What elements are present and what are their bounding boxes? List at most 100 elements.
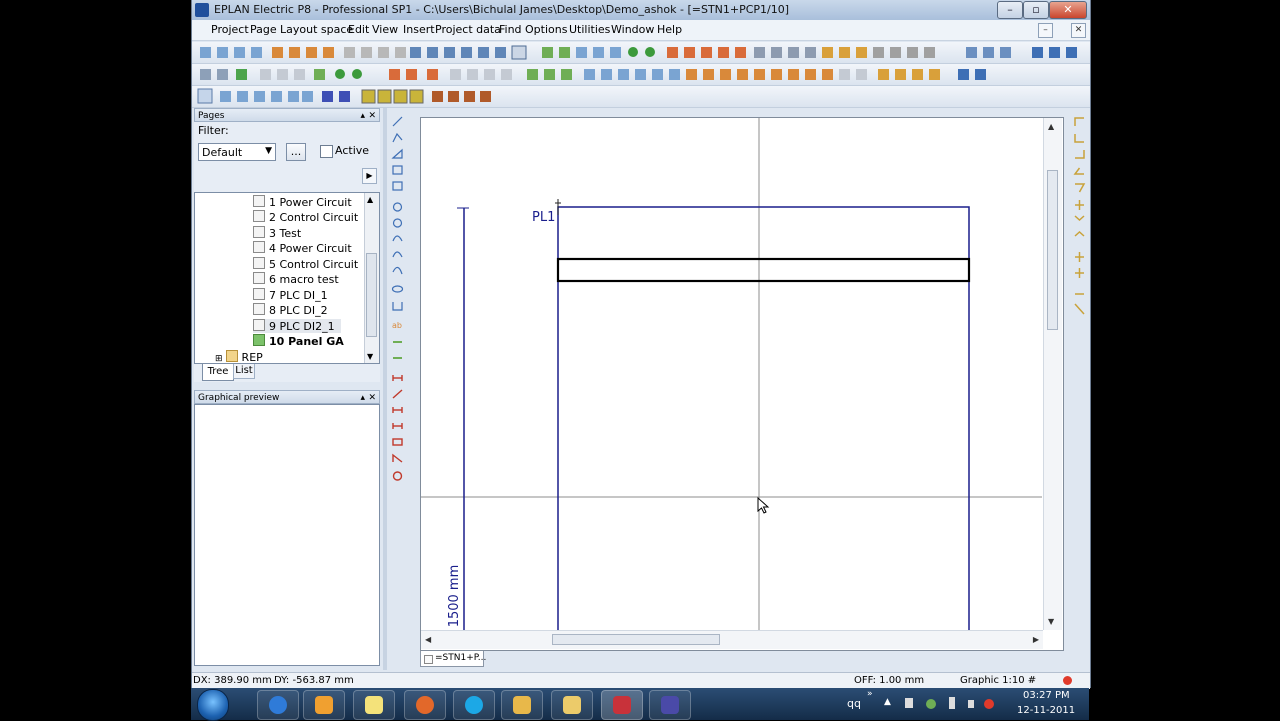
scroll-up-icon[interactable]: ▲: [367, 195, 373, 204]
layout-drawing[interactable]: [421, 118, 1063, 650]
canvas-horizontal-thumb[interactable]: [552, 634, 720, 645]
tab-tree[interactable]: Tree: [202, 364, 234, 381]
page-icon: [253, 241, 265, 253]
maximize-button[interactable]: ▫: [1023, 1, 1049, 19]
tree-item-label: 1 Power Circuit: [269, 196, 352, 209]
tray-expand-icon[interactable]: »: [867, 689, 873, 699]
folder-icon: [225, 350, 238, 362]
tree-item-page-8[interactable]: 8 PLC DI_2: [253, 303, 328, 317]
tray-icons[interactable]: [903, 694, 995, 714]
scroll-right-icon[interactable]: ▶: [1033, 635, 1039, 644]
window-title: EPLAN Electric P8 - Professional SP1 - C…: [214, 3, 790, 16]
panel-label-pl1[interactable]: PL1: [532, 210, 555, 225]
clock-date[interactable]: 12-11-2011: [1017, 705, 1075, 716]
scroll-left-icon[interactable]: ◀: [425, 635, 431, 644]
scroll-up-icon[interactable]: ▲: [1048, 122, 1054, 131]
panel-close-icon[interactable]: ✕: [368, 109, 376, 123]
tree-item-rep[interactable]: ⊞ REP: [215, 350, 263, 364]
taskbar-app[interactable]: [649, 690, 691, 720]
document-minimize-button[interactable]: –: [1038, 23, 1053, 38]
menu-find[interactable]: Find: [499, 23, 522, 36]
taskbar-eplan[interactable]: [601, 690, 643, 720]
folder-icon: [563, 696, 581, 714]
panel-pin-icon[interactable]: ▴: [360, 391, 365, 405]
menu-edit[interactable]: Edit: [348, 23, 369, 36]
tree-item-page-4[interactable]: 4 Power Circuit: [253, 241, 352, 255]
tray-label[interactable]: qq: [847, 697, 861, 710]
taskbar-skype[interactable]: [453, 690, 495, 720]
tree-item-page-5[interactable]: 5 Control Circuit: [253, 257, 358, 271]
menu-utilities[interactable]: Utilities: [569, 23, 610, 36]
close-button[interactable]: ✕: [1049, 1, 1087, 19]
tree-item-page-2[interactable]: 2 Control Circuit: [253, 210, 358, 224]
taskbar-sticky-notes[interactable]: [353, 690, 395, 720]
minimize-button[interactable]: –: [997, 1, 1023, 19]
toolbar-icons-row-3[interactable]: [192, 86, 1090, 107]
menu-help[interactable]: Help: [657, 23, 682, 36]
menu-view[interactable]: View: [372, 23, 398, 36]
pages-tabs: Tree List: [194, 364, 380, 382]
menu-page[interactable]: Page: [250, 23, 277, 36]
canvas-vertical-scrollbar[interactable]: ▲ ▼: [1043, 118, 1062, 630]
taskbar-outlook[interactable]: [501, 690, 543, 720]
toolbar-icons-row-2[interactable]: [192, 64, 1090, 85]
show-hidden-icons-icon[interactable]: ▲: [884, 697, 891, 707]
scroll-down-icon[interactable]: ▼: [367, 352, 373, 361]
tree-item-label: 4 Power Circuit: [269, 242, 352, 255]
taskbar-explorer[interactable]: [551, 690, 593, 720]
panel-splitter[interactable]: [383, 108, 387, 670]
connection-symbols-icons[interactable]: [1071, 112, 1088, 322]
document-close-button[interactable]: ✕: [1071, 23, 1086, 38]
tree-scrollbar[interactable]: ▲ ▼: [364, 193, 379, 363]
page-icon: [424, 655, 433, 664]
pages-tree: 1 Power Circuit 2 Control Circuit 3 Test…: [194, 192, 380, 364]
status-graphic-scale: Graphic 1:10 #: [960, 675, 1037, 686]
toolbar-icons-row-1[interactable]: [192, 42, 1090, 63]
document-tab[interactable]: =STN1+P...: [420, 651, 486, 667]
tree-item-page-7[interactable]: 7 PLC DI_1: [253, 288, 328, 302]
tree-item-page-3[interactable]: 3 Test: [253, 226, 301, 240]
tree-item-label: 9 PLC DI2_1: [269, 320, 335, 333]
tree-item-label: 10 Panel GA: [269, 335, 344, 348]
menu-window[interactable]: Window: [611, 23, 654, 36]
canvas-horizontal-scrollbar[interactable]: ◀ ▶: [421, 630, 1043, 649]
tab-list[interactable]: List: [233, 364, 255, 379]
page-icon: [253, 226, 265, 238]
filter-dropdown-value: Default: [202, 146, 243, 159]
tree-item-label: 3 Test: [269, 227, 302, 240]
filter-dropdown[interactable]: Default ▼: [198, 143, 276, 161]
active-checkbox[interactable]: [320, 145, 333, 158]
tree-item-page-9[interactable]: 9 PLC DI2_1: [253, 319, 341, 333]
taskbar-media-player[interactable]: [303, 690, 345, 720]
drawing-tools-icons[interactable]: ab: [389, 112, 406, 492]
tree-expand-button[interactable]: ▶: [362, 168, 377, 184]
page-icon: [253, 288, 265, 300]
action-center-icon: [905, 698, 913, 708]
drawing-canvas[interactable]: PL1 1500 mm ▲ ▼ ◀ ▶: [420, 117, 1064, 651]
tree-item-page-6[interactable]: 6 macro test: [253, 272, 339, 286]
outlook-icon: [513, 696, 531, 714]
tree-item-page-1[interactable]: 1 Power Circuit: [253, 195, 352, 209]
page-icon: [253, 195, 265, 207]
menu-options[interactable]: Options: [525, 23, 567, 36]
svg-text:ab: ab: [392, 321, 402, 330]
panel-outline-pl1[interactable]: [557, 206, 970, 630]
dimension-label[interactable]: 1500 mm: [447, 556, 463, 636]
panel-close-icon[interactable]: ✕: [368, 391, 376, 405]
filter-browse-button[interactable]: ...: [286, 143, 306, 161]
expand-plus-icon[interactable]: ⊞: [215, 354, 223, 364]
start-button[interactable]: [197, 689, 229, 721]
mounting-rail[interactable]: [556, 257, 971, 283]
menu-project[interactable]: Project: [211, 23, 249, 36]
menu-insert[interactable]: Insert: [403, 23, 435, 36]
menu-project-data[interactable]: Project data: [435, 23, 501, 36]
menu-layout-space[interactable]: Layout space: [280, 23, 353, 36]
tree-item-page-10[interactable]: 10 Panel GA: [253, 334, 344, 348]
scroll-down-icon[interactable]: ▼: [1048, 617, 1054, 626]
panel-pin-icon[interactable]: ▴: [360, 109, 365, 123]
tree-scroll-thumb[interactable]: [366, 253, 377, 337]
taskbar-internet-explorer[interactable]: [257, 690, 299, 720]
clock-time[interactable]: 03:27 PM: [1023, 690, 1070, 701]
canvas-vertical-thumb[interactable]: [1047, 170, 1058, 330]
taskbar-firefox[interactable]: [404, 690, 446, 720]
